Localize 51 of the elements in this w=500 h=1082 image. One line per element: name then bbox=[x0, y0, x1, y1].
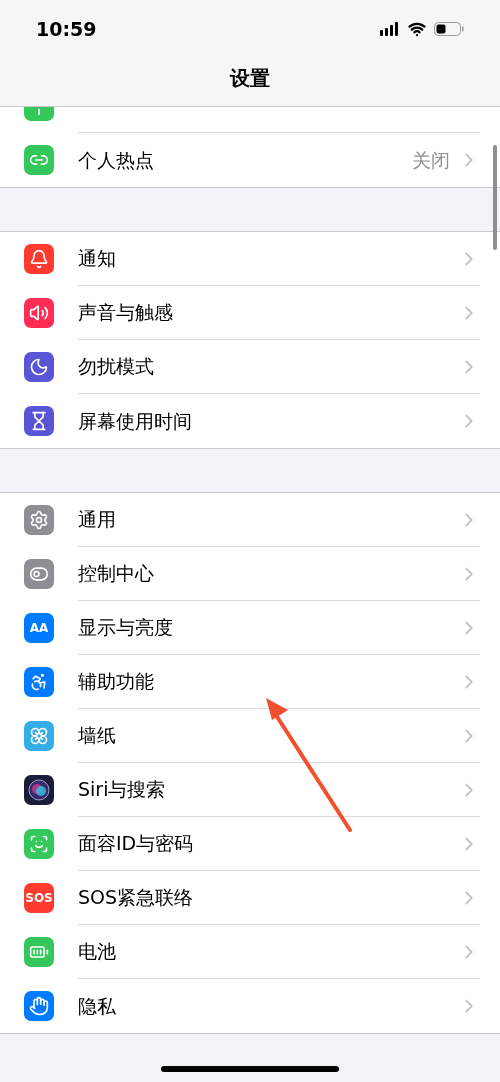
settings-row[interactable]: SOS SOS紧急联络 bbox=[0, 871, 500, 925]
moon-icon bbox=[24, 352, 54, 382]
sos-icon: SOS bbox=[24, 883, 54, 913]
row-label: 通知 bbox=[78, 246, 117, 272]
toggles-icon bbox=[24, 559, 54, 589]
row-label: 勿扰模式 bbox=[78, 354, 155, 380]
row-label: 辅助功能 bbox=[78, 669, 155, 695]
row-label: 面容ID与密码 bbox=[78, 831, 195, 857]
orb-icon bbox=[24, 775, 54, 805]
signal-icon bbox=[380, 22, 400, 36]
settings-row[interactable]: 通用 bbox=[0, 493, 500, 547]
settings-row[interactable]: 墙纸 bbox=[0, 709, 500, 763]
settings-row[interactable]: 通知 bbox=[0, 232, 500, 286]
page-title: 设置 bbox=[230, 65, 270, 92]
settings-row[interactable]: 控制中心 bbox=[0, 547, 500, 601]
text-size-icon: AA bbox=[24, 613, 54, 643]
gear-icon bbox=[24, 505, 54, 535]
row-label: 墙纸 bbox=[78, 723, 117, 749]
row-label: 电池 bbox=[78, 939, 117, 965]
flower-icon bbox=[24, 721, 54, 751]
settings-row[interactable]: 隐私 bbox=[0, 979, 500, 1033]
row-label: 个人热点 bbox=[78, 147, 155, 173]
hand-icon bbox=[24, 991, 54, 1021]
settings-row[interactable]: Siri与搜索 bbox=[0, 763, 500, 817]
accessibility-icon bbox=[24, 667, 54, 697]
row-label: 隐私 bbox=[78, 993, 117, 1019]
row-label: 通用 bbox=[78, 507, 117, 533]
speaker-icon bbox=[24, 298, 54, 328]
settings-row[interactable]: 勿扰模式 bbox=[0, 340, 500, 394]
settings-row[interactable]: 声音与触感 bbox=[0, 286, 500, 340]
settings-row[interactable]: 面容ID与密码 bbox=[0, 817, 500, 871]
row-label: SOS紧急联络 bbox=[78, 885, 195, 911]
row-label: Siri与搜索 bbox=[78, 777, 167, 803]
row-label: 屏幕使用时间 bbox=[78, 408, 193, 434]
face-scan-icon bbox=[24, 829, 54, 859]
status-time: 10:59 bbox=[36, 16, 97, 42]
row-label: 控制中心 bbox=[78, 561, 155, 587]
link-icon bbox=[24, 145, 54, 175]
wifi-icon bbox=[408, 20, 426, 38]
settings-row[interactable]: 辅助功能 bbox=[0, 655, 500, 709]
battery-icon bbox=[24, 937, 54, 967]
settings-row[interactable]: AA 显示与亮度 bbox=[0, 601, 500, 655]
row-value: 关闭 bbox=[412, 147, 450, 173]
hourglass-icon bbox=[24, 406, 54, 436]
bell-icon bbox=[24, 244, 54, 274]
row-label: 声音与触感 bbox=[78, 300, 174, 326]
settings-row[interactable]: 电池 bbox=[0, 925, 500, 979]
settings-row[interactable]: 屏幕使用时间 bbox=[0, 394, 500, 448]
settings-row[interactable]: 个人热点 关闭 bbox=[0, 133, 500, 187]
row-label: 显示与亮度 bbox=[78, 615, 174, 641]
battery-icon bbox=[434, 22, 464, 36]
